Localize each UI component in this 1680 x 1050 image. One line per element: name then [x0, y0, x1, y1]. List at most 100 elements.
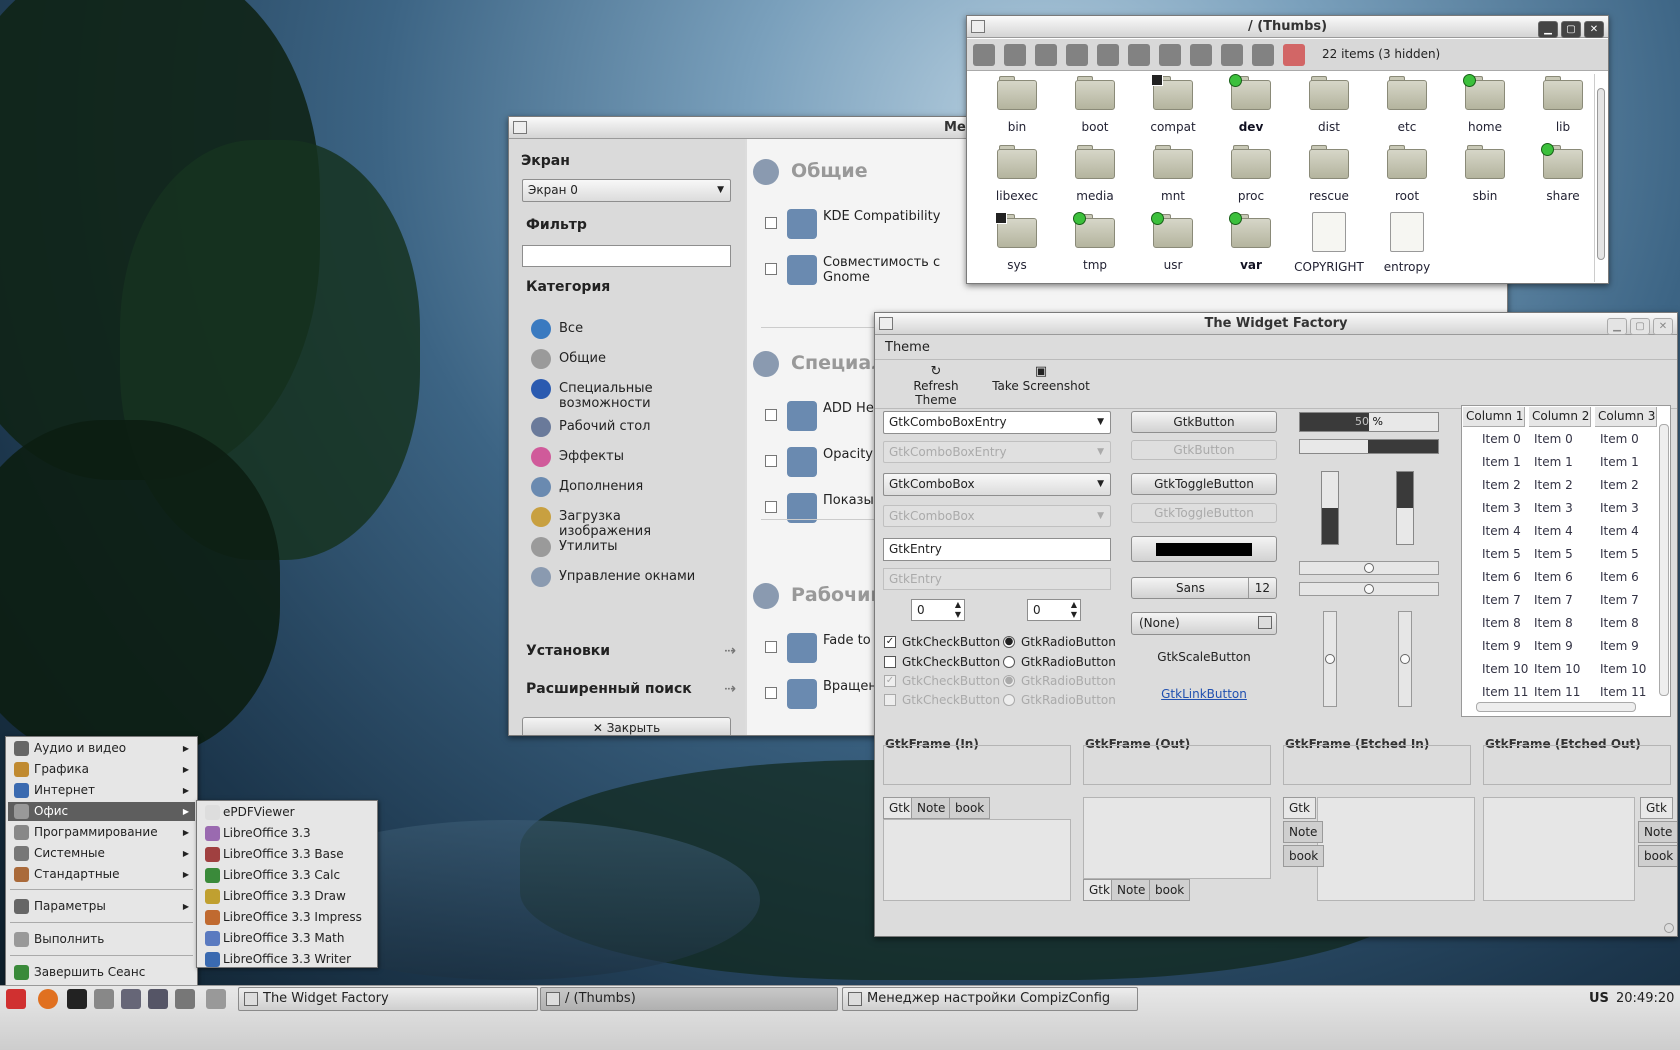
add-icon[interactable] [1097, 44, 1119, 66]
notebook-tab[interactable]: Note [1111, 879, 1152, 901]
twf-titlebar[interactable]: The Widget Factory ▁ ▢ ✕ [875, 313, 1677, 335]
menu-item[interactable]: Офис ▶ [8, 802, 195, 821]
task-ccsm[interactable]: Менеджер настройки CompizConfig [842, 987, 1138, 1011]
category-item[interactable]: Общие [531, 349, 731, 377]
tree-cell[interactable]: Item 9 [1482, 639, 1521, 653]
tree-cell[interactable]: Item 10 [1534, 662, 1580, 676]
tree-cell[interactable]: Item 2 [1534, 478, 1573, 492]
maximize-button[interactable]: ▢ [1561, 21, 1581, 38]
submenu-item[interactable]: LibreOffice 3.3 Writer [199, 950, 375, 969]
tree-cell[interactable]: Item 6 [1482, 570, 1521, 584]
menu-item[interactable]: Стандартные ▶ [8, 865, 195, 884]
tree-cell[interactable]: Item 0 [1482, 432, 1521, 446]
take-screenshot-button[interactable]: ▣ Take Screenshot [991, 364, 1091, 393]
notebook-tab[interactable]: book [949, 797, 991, 819]
category-item[interactable]: Все [531, 319, 731, 347]
tree-cell[interactable]: Item 3 [1600, 501, 1639, 515]
vertical-scrollbar[interactable] [1659, 424, 1669, 696]
details-icon[interactable] [1159, 44, 1181, 66]
submenu-item[interactable]: LibreOffice 3.3 Impress [199, 908, 375, 927]
stop-icon[interactable] [1283, 44, 1305, 66]
file-chooser-button[interactable]: (None) [1131, 612, 1277, 635]
minimize-button[interactable]: ▁ [1607, 318, 1627, 335]
submenu-item[interactable]: ePDFViewer [199, 803, 375, 822]
tree-cell[interactable]: Item 10 [1600, 662, 1646, 676]
file-item[interactable]: var [1213, 212, 1289, 272]
tree-cell[interactable]: Item 2 [1482, 478, 1521, 492]
printer-icon[interactable] [206, 989, 226, 1009]
home-icon[interactable] [1004, 44, 1026, 66]
navigate-icon[interactable] [1035, 44, 1057, 66]
notebook-tab[interactable]: book [1149, 879, 1191, 901]
toggle-button[interactable]: GtkToggleButton [1131, 473, 1277, 495]
file-item[interactable]: dev [1213, 74, 1289, 134]
plugin-checkbox[interactable] [765, 641, 777, 653]
tree-cell[interactable]: Item 8 [1482, 616, 1521, 630]
settings-expander[interactable]: Установки ⇢ [526, 643, 736, 659]
resize-grip-icon[interactable] [1664, 923, 1674, 933]
category-item[interactable]: Дополнения [531, 477, 731, 505]
editor-icon[interactable] [148, 989, 168, 1009]
category-item[interactable]: Управление окнами [531, 567, 731, 595]
plugin-checkbox[interactable] [765, 455, 777, 467]
plugin-checkbox[interactable] [765, 409, 777, 421]
file-item[interactable]: sbin [1447, 143, 1523, 203]
tree-cell[interactable]: Item 2 [1600, 478, 1639, 492]
color-button[interactable] [1131, 536, 1277, 562]
firefox-icon[interactable] [38, 989, 58, 1009]
submenu-item[interactable]: LibreOffice 3.3 Base [199, 845, 375, 864]
file-item[interactable]: lib [1525, 74, 1601, 134]
plugin-checkbox[interactable] [765, 263, 777, 275]
menu-item[interactable]: Завершить Сеанс [8, 963, 195, 982]
file-item[interactable]: etc [1369, 74, 1445, 134]
vscale-1[interactable] [1323, 611, 1337, 707]
menu-item[interactable]: Программирование ▶ [8, 823, 195, 842]
file-item[interactable]: entropy [1369, 212, 1445, 274]
file-item[interactable]: sys [979, 212, 1055, 272]
menu-theme[interactable]: Theme [885, 340, 930, 355]
spin-button-2[interactable]: 0 ▲ ▼ [1027, 599, 1081, 621]
tree-cell[interactable]: Item 11 [1600, 685, 1646, 699]
notebook-tab[interactable]: Gtk [1640, 797, 1673, 819]
plugin-item[interactable]: Совместимость с Gnome [765, 253, 945, 289]
keyboard-layout[interactable]: US [1589, 991, 1609, 1006]
menu-item[interactable]: Интернет ▶ [8, 781, 195, 800]
tree-cell[interactable]: Item 6 [1600, 570, 1639, 584]
column-header[interactable]: Column 2 [1529, 407, 1591, 427]
sort-icon[interactable] [1190, 44, 1212, 66]
file-item[interactable]: bin [979, 74, 1055, 134]
tree-cell[interactable]: Item 9 [1534, 639, 1573, 653]
file-item[interactable]: share [1525, 143, 1601, 203]
tree-cell[interactable]: Item 3 [1482, 501, 1521, 515]
notebook-tab[interactable]: book [1638, 845, 1677, 867]
file-item[interactable]: libexec [979, 143, 1055, 203]
plugin-checkbox[interactable] [765, 501, 777, 513]
notebook-tab[interactable]: Note [911, 797, 952, 819]
task-widget-factory[interactable]: The Widget Factory [238, 987, 538, 1011]
tree-cell[interactable]: Item 1 [1482, 455, 1521, 469]
column-header[interactable]: Column 3 [1595, 407, 1657, 427]
tree-cell[interactable]: Item 11 [1534, 685, 1580, 699]
slider-knob[interactable] [1400, 654, 1410, 664]
close-button[interactable]: ✕ Закрыть [522, 717, 731, 735]
notebook-tab[interactable]: Note [1638, 821, 1677, 843]
notebook-tab[interactable]: book [1283, 845, 1325, 867]
tree-cell[interactable]: Item 5 [1600, 547, 1639, 561]
menu-item[interactable]: Выполнить [8, 930, 195, 949]
submenu-item[interactable]: LibreOffice 3.3 Math [199, 929, 375, 948]
menu-item[interactable]: Аудио и видео ▶ [8, 739, 195, 758]
notebook-tab[interactable]: Gtk [1283, 797, 1316, 819]
tree-cell[interactable]: Item 1 [1534, 455, 1573, 469]
tree-cell[interactable]: Item 5 [1482, 547, 1521, 561]
thumbnails-icon[interactable] [1252, 44, 1274, 66]
gtk-button[interactable]: GtkButton [1131, 411, 1277, 433]
font-button[interactable]: Sans 12 [1131, 577, 1277, 599]
radiobutton[interactable]: GtkRadioButton [1003, 655, 1116, 669]
close-button[interactable]: ✕ [1584, 21, 1604, 38]
tree-cell[interactable]: Item 7 [1600, 593, 1639, 607]
tree-cell[interactable]: Item 4 [1600, 524, 1639, 538]
up-arrow-icon[interactable] [973, 44, 995, 66]
file-item[interactable]: media [1057, 143, 1133, 203]
file-item[interactable]: mnt [1135, 143, 1211, 203]
plugin-checkbox[interactable] [765, 217, 777, 229]
